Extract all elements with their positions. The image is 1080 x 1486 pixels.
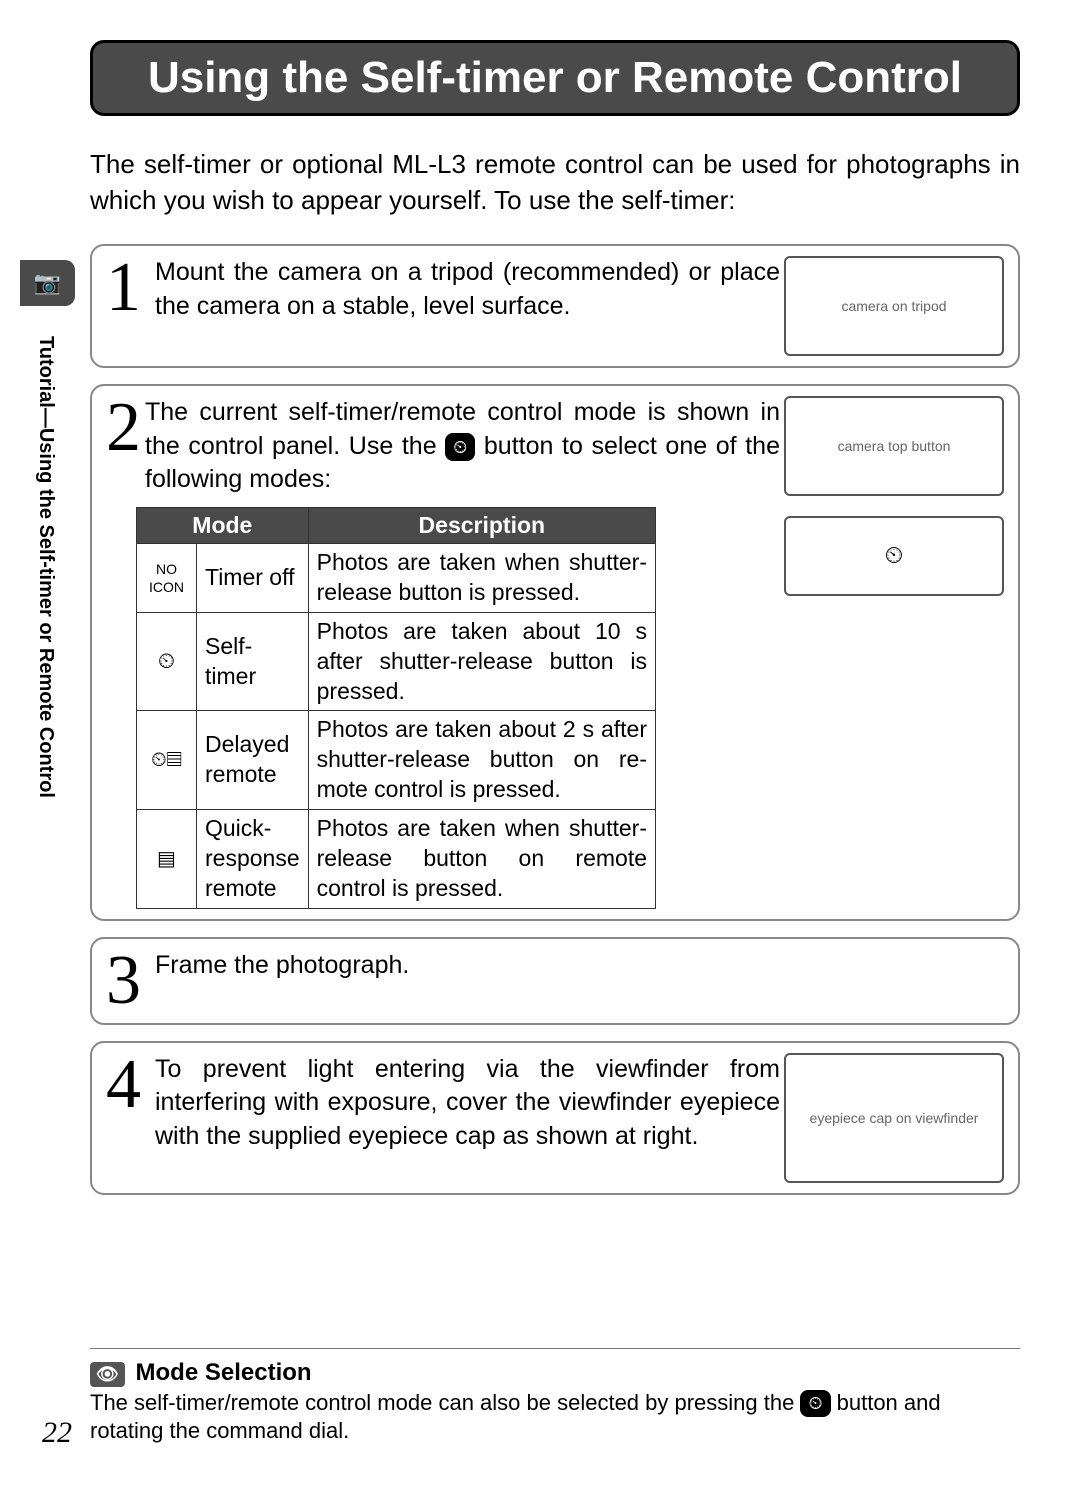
mode-table: Mode Description NO ICON Timer off Photo… [136,507,656,909]
step-text: Frame the photograph. [155,949,1004,1013]
timer-button-icon: ⏲ [800,1390,830,1417]
page-title-banner: Using the Self-timer or Remote Control [90,40,1020,116]
table-row: ⏲ Self-timer Photos are taken about 10 s… [137,612,656,711]
tripod-illustration: camera on tripod [784,256,1004,356]
eyepiece-illustration: eyepiece cap on viewfinder [784,1053,1004,1183]
tip-title: 👁 Mode Selection [90,1359,1020,1387]
tip-icon: 👁 [90,1362,125,1387]
step-text: To prevent light entering via the viewfi… [155,1053,780,1154]
lcd-illustration: ⏲ [784,516,1004,596]
camera-top-illustration: camera top button [784,396,1004,496]
tip-text: The self-timer/remote control mode can a… [90,1389,1020,1446]
step-number: 3 [106,953,141,1013]
step-4: 4 To prevent light entering via the view… [90,1041,1020,1195]
step-number: 2 [106,400,141,497]
tip-section: 👁 Mode Selection The self-timer/remote c… [90,1348,1020,1446]
step-2: 2 The current self-timer/remote control … [90,384,1020,921]
page-number: 22 [42,1416,72,1450]
step-number: 4 [106,1057,141,1154]
step-1: 1 Mount the camera on a tripod (recommen… [90,244,1020,368]
table-row: ▤ Quick-response remote Photos are taken… [137,810,656,909]
table-row: ⏲▤ Delayed remote Photos are taken about… [137,711,656,810]
side-label: Tutorial—Using the Self-timer or Remote … [34,336,58,798]
th-desc: Description [308,508,655,544]
side-tab: 📷 Tutorial—Using the Self-timer or Remot… [20,260,75,798]
table-row: NO ICON Timer off Photos are taken when … [137,544,656,613]
th-mode: Mode [137,508,309,544]
step-3: 3 Frame the photograph. [90,937,1020,1025]
page-title: Using the Self-timer or Remote Control [123,53,987,103]
step-number: 1 [106,260,141,324]
step-text: The current self-timer/remote control mo… [145,396,780,497]
timer-button-icon: ⏲ [445,433,475,461]
intro-text: The self-timer or optional ML-L3 remote … [90,146,1020,219]
step-text: Mount the camera on a tripod (recommend­… [155,256,780,324]
camera-icon: 📷 [20,260,75,306]
